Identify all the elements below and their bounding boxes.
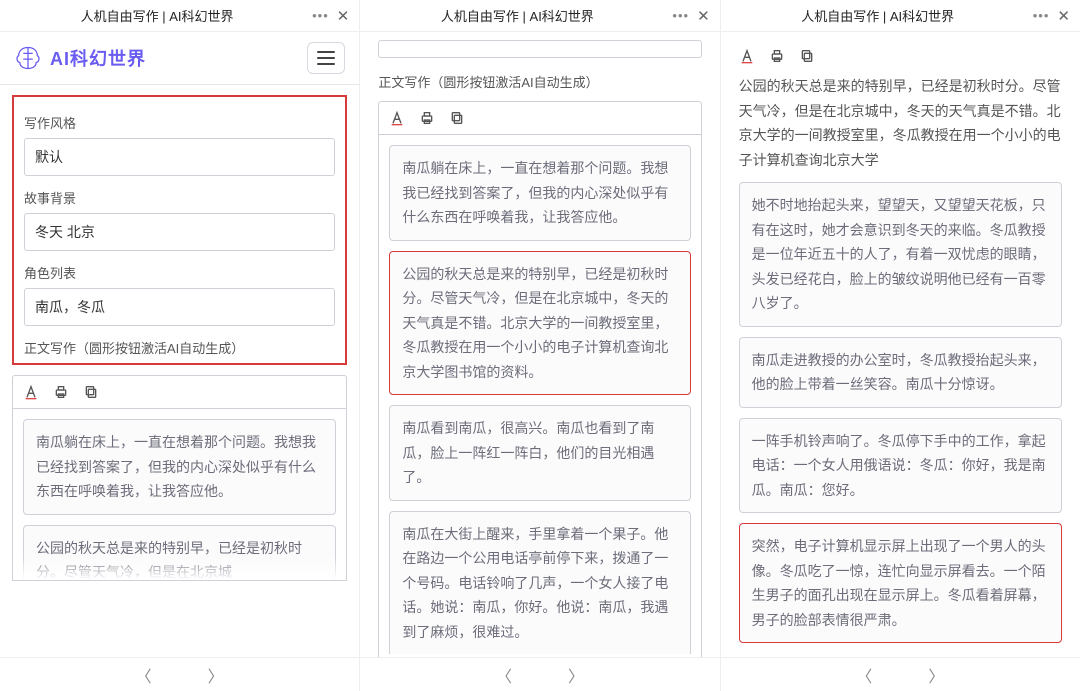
copy-icon[interactable] bbox=[799, 48, 815, 64]
brand-text: AI科幻世界 bbox=[50, 45, 146, 71]
editor-area[interactable]: 南瓜躺在床上，一直在想着那个问题。我想我已经找到答案了，但我的内心深处似乎有什么… bbox=[12, 409, 347, 581]
editor-frame: 南瓜躺在床上，一直在想着那个问题。我想我已经找到答案了，但我的内心深处似乎有什么… bbox=[378, 101, 701, 657]
font-icon[interactable] bbox=[389, 110, 405, 126]
suggestion-card[interactable]: 她不时地抬起头来，望望天，又望望天花板，只有在这时，她才会意识到冬天的来临。冬瓜… bbox=[739, 182, 1062, 327]
close-icon[interactable]: ✕ bbox=[337, 7, 350, 25]
app-header: AI科幻世界 bbox=[0, 32, 359, 85]
brand[interactable]: AI科幻世界 bbox=[14, 44, 146, 72]
bottom-nav: 〈 〉 〈 〉 〈 〉 bbox=[0, 657, 1080, 691]
suggestion-card[interactable]: 一阵手机铃声响了。冬瓜停下手中的工作，拿起电话：一个女人用俄语说：冬瓜：你好，我… bbox=[739, 418, 1062, 514]
nav-forward-icon[interactable]: 〉 bbox=[568, 663, 584, 687]
nav-back-icon[interactable]: 〈 bbox=[136, 663, 152, 687]
suggestion-card[interactable]: 公园的秋天总是来的特别早，已经是初秋时分。尽管天气冷，但是在北京城 bbox=[23, 525, 336, 582]
suggestion-card-highlight[interactable]: 突然，电子计算机显示屏上出现了一个男人的头像。冬瓜吃了一惊，连忙向显示屏看去。一… bbox=[739, 523, 1062, 643]
panel-right: 人机自由写作 | AI科幻世界 ••• ✕ 公园的秋天总是来的特别早，已经是初秋… bbox=[721, 0, 1080, 657]
settings-form: 写作风格 故事背景 角色列表 正文写作（圆形按钮激活AI自动生成） bbox=[12, 95, 347, 365]
nav-forward-icon[interactable]: 〉 bbox=[208, 663, 224, 687]
tab-title[interactable]: 人机自由写作 | AI科幻世界 bbox=[370, 6, 664, 25]
style-label: 写作风格 bbox=[24, 113, 335, 132]
suggestion-card[interactable]: 南瓜走进教授的办公室时，冬瓜教授抬起头来，他的脸上带着一丝笑容。南瓜十分惊讶。 bbox=[739, 337, 1062, 408]
roles-label: 角色列表 bbox=[24, 263, 335, 282]
panel-left: 人机自由写作 | AI科幻世界 ••• ✕ AI科幻世界 bbox=[0, 0, 360, 657]
suggestion-card[interactable]: 南瓜躺在床上，一直在想着那个问题。我想我已经找到答案了，但我的内心深处似乎有什么… bbox=[389, 145, 690, 241]
more-icon[interactable]: ••• bbox=[312, 8, 329, 23]
background-input[interactable] bbox=[24, 213, 335, 251]
suggestion-card[interactable]: 南瓜在大街上醒来，手里拿着一个果子。他在路边一个公用电话亭前停下来，拨通了一个号… bbox=[389, 511, 690, 655]
suggestion-card[interactable]: 南瓜躺在床上，一直在想着那个问题。我想我已经找到答案了，但我的内心深处似乎有什么… bbox=[23, 419, 336, 515]
font-icon[interactable] bbox=[23, 384, 39, 400]
nav-forward-icon[interactable]: 〉 bbox=[928, 663, 944, 687]
copy-icon[interactable] bbox=[83, 384, 99, 400]
suggestion-card-highlight[interactable]: 公园的秋天总是来的特别早，已经是初秋时分。尽管天气冷，但是在北京城中，冬天的天气… bbox=[389, 251, 690, 396]
copy-icon[interactable] bbox=[449, 110, 465, 126]
background-label: 故事背景 bbox=[24, 188, 335, 207]
roles-input[interactable] bbox=[24, 288, 335, 326]
panel-middle: 人机自由写作 | AI科幻世界 ••• ✕ 正文写作（圆形按钮激活AI自动生成） bbox=[360, 0, 720, 657]
editor-toolbar bbox=[379, 102, 700, 135]
tab-title[interactable]: 人机自由写作 | AI科幻世界 bbox=[731, 6, 1025, 25]
more-icon[interactable]: ••• bbox=[1033, 8, 1050, 23]
nav-back-icon[interactable]: 〈 bbox=[856, 663, 872, 687]
print-icon[interactable] bbox=[53, 384, 69, 400]
tab-bar: 人机自由写作 | AI科幻世界 ••• ✕ bbox=[721, 0, 1080, 32]
nav-back-icon[interactable]: 〈 bbox=[496, 663, 512, 687]
style-input[interactable] bbox=[24, 138, 335, 176]
editor-toolbar bbox=[12, 375, 347, 409]
menu-button[interactable] bbox=[307, 42, 345, 74]
more-icon[interactable]: ••• bbox=[672, 8, 689, 23]
input-field-partial[interactable] bbox=[378, 40, 701, 58]
close-icon[interactable]: ✕ bbox=[1057, 7, 1070, 25]
tab-title[interactable]: 人机自由写作 | AI科幻世界 bbox=[10, 6, 304, 25]
print-icon[interactable] bbox=[769, 48, 785, 64]
editor-toolbar bbox=[739, 42, 1062, 70]
hamburger-icon bbox=[317, 51, 335, 65]
section-label: 正文写作（圆形按钮激活AI自动生成） bbox=[360, 58, 719, 91]
tab-bar: 人机自由写作 | AI科幻世界 ••• ✕ bbox=[0, 0, 359, 32]
brain-logo-icon bbox=[14, 44, 42, 72]
tab-bar: 人机自由写作 | AI科幻世界 ••• ✕ bbox=[360, 0, 719, 32]
print-icon[interactable] bbox=[419, 110, 435, 126]
section-label: 正文写作（圆形按钮激活AI自动生成） bbox=[24, 338, 335, 357]
close-icon[interactable]: ✕ bbox=[697, 7, 710, 25]
suggestion-card[interactable]: 南瓜看到南瓜，很高兴。南瓜也看到了南瓜，脸上一阵红一阵白，他们的目光相遇了。 bbox=[389, 405, 690, 501]
editor-text[interactable]: 公园的秋天总是来的特别早，已经是初秋时分。尽管天气冷，但是在北京城中，冬天的天气… bbox=[721, 70, 1080, 176]
font-icon[interactable] bbox=[739, 48, 755, 64]
